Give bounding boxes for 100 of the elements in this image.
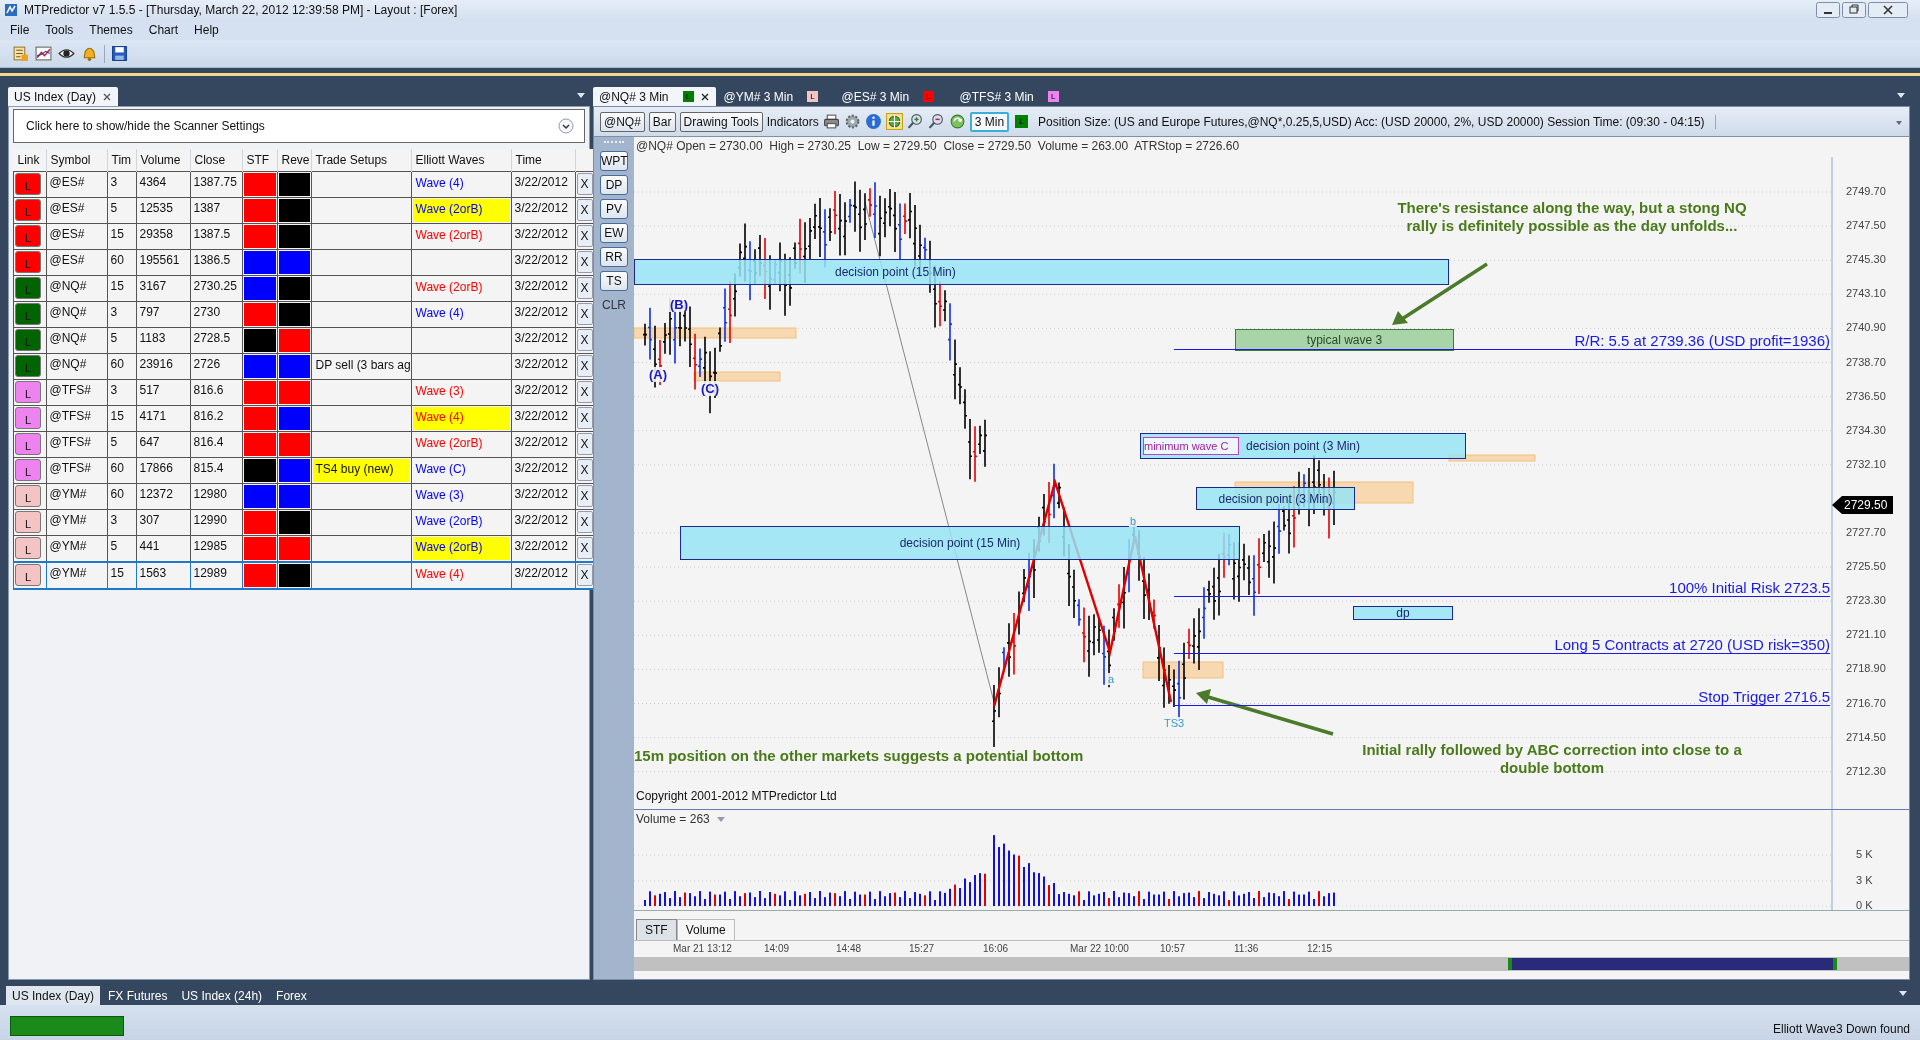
panel-tab[interactable]: Volume [676, 919, 735, 940]
drawing-tools-button[interactable]: Drawing Tools [679, 111, 763, 132]
bell-icon[interactable] [81, 45, 98, 62]
remove-button[interactable]: X [576, 433, 593, 455]
column-header[interactable]: Close [190, 149, 242, 172]
column-header[interactable]: Symbol [46, 149, 107, 172]
layout-tab[interactable]: US Index (Day) [6, 986, 101, 1005]
refresh-icon[interactable] [948, 113, 966, 130]
chart-tab[interactable]: @NQ# 3 Min L [593, 87, 716, 106]
chart-tab[interactable]: @ES# 3 Min L [835, 87, 952, 106]
column-header[interactable]: Link [13, 149, 46, 172]
side-tool-button[interactable]: EW [600, 223, 628, 243]
scanner-tab[interactable]: US Index (Day) [8, 87, 119, 106]
symbol-button[interactable]: @NQ# [600, 111, 645, 132]
column-header[interactable]: Elliott Waves [411, 149, 511, 172]
link-button[interactable]: L [15, 251, 41, 273]
restore-icon[interactable] [1842, 2, 1866, 18]
close-icon[interactable] [1868, 2, 1908, 18]
dropdown-icon[interactable] [1896, 90, 1906, 100]
remove-button[interactable]: X [576, 225, 593, 247]
close-icon[interactable] [102, 91, 113, 102]
scrollbar-thumb[interactable] [1508, 958, 1837, 970]
remove-button[interactable]: X [576, 173, 593, 195]
side-tool-button[interactable]: TS [600, 271, 628, 291]
table-cell: 3/22/2012 [511, 483, 575, 510]
remove-button[interactable]: X [576, 251, 593, 273]
wave-label: (C) [700, 381, 720, 396]
remove-button[interactable]: X [576, 537, 593, 559]
bar-type-button[interactable]: Bar [648, 111, 676, 132]
side-tool-button[interactable]: PV [600, 199, 628, 219]
zoom-in-icon[interactable] [906, 113, 924, 130]
menu-item[interactable]: Themes [81, 23, 141, 37]
remove-button[interactable]: X [576, 459, 593, 481]
tab-label: @NQ# 3 Min [599, 89, 669, 104]
interval-button[interactable]: 3 Min [969, 111, 1010, 132]
scanner-settings-toggle[interactable]: Click here to show/hide the Scanner Settings [13, 109, 585, 143]
level-line: 100% Initial Risk 2723.5 [1174, 576, 1830, 597]
info-icon[interactable] [864, 113, 882, 130]
last-price-tag: 2729.50 [1832, 496, 1894, 515]
remove-button[interactable]: X [576, 277, 593, 299]
column-header[interactable]: Reve [277, 149, 311, 172]
crosshair-icon[interactable] [885, 113, 903, 130]
remove-button[interactable]: X [576, 355, 593, 377]
layout-tab[interactable]: US Index (24h) [175, 986, 269, 1005]
layout-tab[interactable]: FX Futures [102, 986, 174, 1005]
remove-button[interactable]: X [576, 485, 593, 507]
link-button[interactable]: L [15, 537, 41, 559]
panel-tab[interactable]: STF [636, 919, 677, 940]
column-header[interactable]: Trade Setups [311, 149, 411, 172]
link-button[interactable]: L [15, 173, 41, 195]
side-tool-button[interactable]: DP [600, 175, 628, 195]
dropdown-icon[interactable] [576, 90, 586, 100]
chevron-icon[interactable] [558, 118, 574, 134]
column-header[interactable]: Time [511, 149, 575, 172]
wave-status: Wave (3) [415, 488, 464, 502]
remove-button[interactable]: X [576, 199, 593, 221]
indicators-menu[interactable]: Indicators [766, 114, 819, 129]
link-button[interactable]: L [15, 485, 41, 507]
price-axis-label: 2727.70 [1846, 526, 1886, 538]
remove-button[interactable]: X [576, 303, 593, 325]
column-header[interactable]: Volume [136, 149, 190, 172]
tab-label: US Index (Day) [14, 89, 97, 104]
table-cell: @TFS# [46, 457, 107, 484]
horizontal-scrollbar[interactable] [634, 957, 1909, 971]
menu-item[interactable]: File [2, 23, 38, 37]
remove-button[interactable]: X [576, 564, 593, 586]
save-icon[interactable] [111, 45, 128, 62]
link-button[interactable]: L [15, 459, 41, 481]
link-button[interactable]: L [15, 433, 41, 455]
link-button[interactable]: L [15, 381, 41, 403]
remove-button[interactable]: X [576, 381, 593, 403]
side-tool-button[interactable]: RR [600, 247, 628, 267]
table-cell: 815.4 [190, 457, 242, 484]
zoom-out-icon[interactable] [927, 113, 945, 130]
remove-button[interactable]: X [576, 511, 593, 533]
chart-tab[interactable]: @YM# 3 Min L [717, 87, 834, 106]
minimize-icon[interactable] [1816, 2, 1840, 18]
menu-item[interactable]: Tools [37, 23, 82, 37]
settings-icon[interactable] [843, 113, 861, 130]
link-button[interactable]: L [15, 407, 41, 429]
link-button[interactable]: L [15, 564, 41, 586]
chart-icon[interactable] [35, 45, 52, 62]
link-button[interactable]: L [15, 511, 41, 533]
remove-button[interactable]: X [576, 329, 593, 351]
chart-tab[interactable]: @TFS# 3 Min L [953, 87, 1070, 106]
remove-button[interactable]: X [576, 407, 593, 429]
menu-item[interactable]: Help [186, 23, 227, 37]
close-icon[interactable] [699, 91, 710, 102]
layout-tab[interactable]: Forex [270, 986, 313, 1005]
link-button[interactable]: L [15, 225, 41, 247]
table-cell: 3 [107, 379, 136, 406]
link-button[interactable]: L [15, 199, 41, 221]
table-cell: 60 [107, 249, 136, 276]
menu-item[interactable]: Chart [140, 23, 187, 37]
printer-icon[interactable] [822, 113, 840, 130]
column-header[interactable]: STF [242, 149, 277, 172]
side-tool-button[interactable]: CLR [600, 295, 628, 315]
column-header[interactable]: Tim [107, 149, 136, 172]
report-icon[interactable] [12, 45, 29, 62]
table-cell: 5 [107, 197, 136, 224]
